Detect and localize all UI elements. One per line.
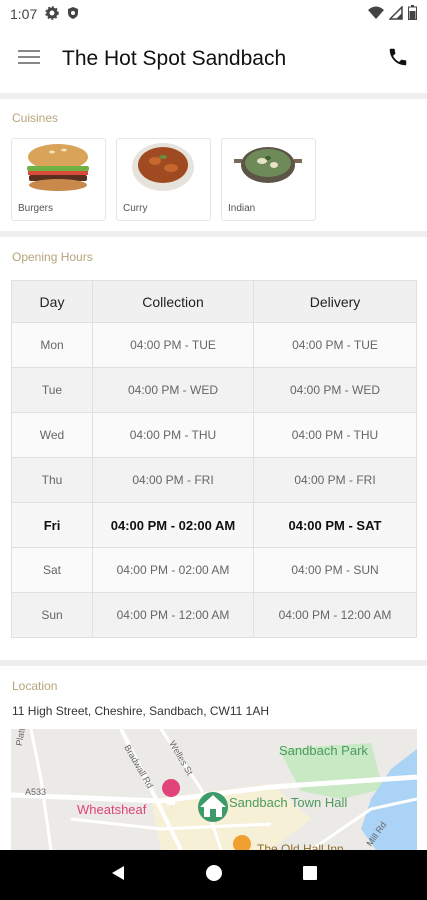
delivery-cell: 04:00 PM - THU xyxy=(253,412,417,458)
cuisine-card-curry[interactable]: Curry xyxy=(116,138,211,221)
battery-icon xyxy=(408,5,417,23)
day-cell: Tue xyxy=(11,367,93,413)
cuisines-list: Burgers Curry Indian xyxy=(11,138,316,221)
section-divider xyxy=(0,93,427,99)
day-cell: Mon xyxy=(11,322,93,368)
menu-icon[interactable] xyxy=(18,48,42,71)
indian-dish-image xyxy=(234,147,302,183)
section-divider xyxy=(0,660,427,666)
phone-icon[interactable] xyxy=(387,46,409,73)
column-header-day: Day xyxy=(11,280,93,323)
location-label: Location xyxy=(12,679,58,693)
map-canvas: Platt Ave Bradwall Rd Welles St A533 San… xyxy=(11,729,417,850)
cuisine-card-burgers[interactable]: Burgers xyxy=(11,138,106,221)
burger-image xyxy=(27,144,89,191)
collection-cell: 04:00 PM - FRI xyxy=(92,457,254,503)
day-cell: Wed xyxy=(11,412,93,458)
table-row-today: Fri 04:00 PM - 02:00 AM 04:00 PM - SAT xyxy=(11,502,417,548)
column-header-collection: Collection xyxy=(92,280,254,323)
location-map[interactable]: Platt Ave Bradwall Rd Welles St A533 San… xyxy=(11,729,417,850)
delivery-cell: 04:00 PM - TUE xyxy=(253,322,417,368)
address-text: 11 High Street, Cheshire, Sandbach, CW11… xyxy=(12,704,270,718)
delivery-cell: 04:00 PM - FRI xyxy=(253,457,417,503)
collection-cell: 04:00 PM - 02:00 AM xyxy=(92,502,254,548)
delivery-cell: 04:00 PM - SUN xyxy=(253,547,417,593)
cuisine-label: Indian xyxy=(228,203,256,214)
table-row: Sun 04:00 PM - 12:00 AM 04:00 PM - 12:00… xyxy=(11,592,417,638)
cuisine-label: Burgers xyxy=(18,203,54,214)
back-icon[interactable] xyxy=(109,864,127,887)
table-row: Wed 04:00 PM - THU 04:00 PM - THU xyxy=(11,412,417,458)
status-time: 1:07 xyxy=(10,6,38,22)
map-label-partial: The Old Hall Inn xyxy=(257,842,344,850)
cuisine-label: Curry xyxy=(123,203,148,214)
table-row: Sat 04:00 PM - 02:00 AM 04:00 PM - SUN xyxy=(11,547,417,593)
cuisines-label: Cuisines xyxy=(12,111,59,125)
table-header-row: Day Collection Delivery xyxy=(11,280,417,323)
map-label-a533: A533 xyxy=(25,787,46,797)
home-marker-icon[interactable] xyxy=(198,792,228,822)
wifi-icon xyxy=(368,6,384,23)
shield-icon xyxy=(67,6,79,23)
recents-icon[interactable] xyxy=(302,865,318,886)
map-label-park: Sandbach Park xyxy=(279,743,368,758)
section-divider xyxy=(0,231,427,237)
collection-cell: 04:00 PM - THU xyxy=(92,412,254,458)
delivery-cell: 04:00 PM - WED xyxy=(253,367,417,413)
settings-gear-icon xyxy=(45,5,59,23)
day-cell: Fri xyxy=(11,502,93,548)
opening-hours-label: Opening Hours xyxy=(12,250,93,264)
table-row: Mon 04:00 PM - TUE 04:00 PM - TUE xyxy=(11,322,417,368)
day-cell: Sun xyxy=(11,592,93,638)
delivery-cell: 04:00 PM - SAT xyxy=(253,502,417,548)
table-row: Tue 04:00 PM - WED 04:00 PM - WED xyxy=(11,367,417,413)
cuisine-card-indian[interactable]: Indian xyxy=(221,138,316,221)
collection-cell: 04:00 PM - WED xyxy=(92,367,254,413)
day-cell: Sat xyxy=(11,547,93,593)
page-title: The Hot Spot Sandbach xyxy=(62,47,287,70)
column-header-delivery: Delivery xyxy=(253,280,417,323)
collection-cell: 04:00 PM - 02:00 AM xyxy=(92,547,254,593)
delivery-cell: 04:00 PM - 12:00 AM xyxy=(253,592,417,638)
collection-cell: 04:00 PM - 12:00 AM xyxy=(92,592,254,638)
home-icon[interactable] xyxy=(205,864,223,887)
system-nav-bar xyxy=(0,850,427,900)
map-label-town-hall: Sandbach Town Hall xyxy=(229,795,347,810)
table-row: Thu 04:00 PM - FRI 04:00 PM - FRI xyxy=(11,457,417,503)
day-cell: Thu xyxy=(11,457,93,503)
app-bar: The Hot Spot Sandbach xyxy=(0,28,427,90)
curry-image xyxy=(132,143,194,191)
map-label-pub: Wheatsheaf xyxy=(77,802,147,817)
opening-hours-table: Day Collection Delivery Mon 04:00 PM - T… xyxy=(11,280,417,638)
signal-icon xyxy=(388,4,403,23)
collection-cell: 04:00 PM - TUE xyxy=(92,322,254,368)
status-bar: 1:07 xyxy=(0,0,427,28)
